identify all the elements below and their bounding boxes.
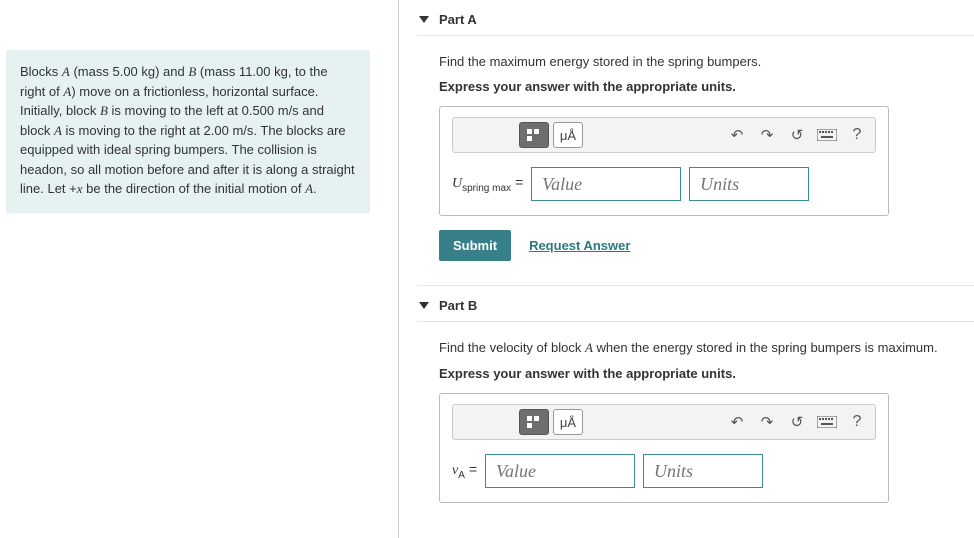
help-icon[interactable]: ? — [845, 123, 869, 147]
part-b-variable-label: vA = — [452, 461, 477, 481]
part-b-instruction: Express your answer with the appropriate… — [439, 366, 974, 381]
part-b-answer-box: μÅ ↶ ↷ ↺ ? vA = — [439, 393, 889, 503]
part-b-units-input[interactable] — [643, 454, 763, 488]
redo-icon[interactable]: ↷ — [755, 123, 779, 147]
part-a-answer-box: μÅ ↶ ↷ ↺ ? Uspring max = — [439, 106, 889, 216]
units-format-button[interactable]: μÅ — [553, 122, 583, 148]
part-a-value-input[interactable] — [531, 167, 681, 201]
part-a-submit-button[interactable]: Submit — [439, 230, 511, 261]
template-icon[interactable] — [519, 122, 549, 148]
collapse-icon — [419, 16, 429, 23]
part-a-header[interactable]: Part A — [417, 4, 974, 36]
part-b-title: Part B — [439, 298, 477, 313]
part-a-toolbar: μÅ ↶ ↷ ↺ ? — [452, 117, 876, 153]
redo-icon[interactable]: ↷ — [755, 410, 779, 434]
part-a-instruction: Express your answer with the appropriate… — [439, 79, 974, 94]
part-b-value-input[interactable] — [485, 454, 635, 488]
part-a-prompt: Find the maximum energy stored in the sp… — [439, 54, 974, 69]
units-format-button[interactable]: μÅ — [553, 409, 583, 435]
part-a-title: Part A — [439, 12, 477, 27]
undo-icon[interactable]: ↶ — [725, 123, 749, 147]
collapse-icon — [419, 302, 429, 309]
part-b-prompt: Find the velocity of block A when the en… — [439, 340, 974, 356]
template-icon[interactable] — [519, 409, 549, 435]
reset-icon[interactable]: ↺ — [785, 410, 809, 434]
vertical-divider — [398, 0, 399, 538]
undo-icon[interactable]: ↶ — [725, 410, 749, 434]
keyboard-icon[interactable] — [815, 410, 839, 434]
part-a-request-answer-link[interactable]: Request Answer — [529, 238, 630, 253]
keyboard-icon[interactable] — [815, 123, 839, 147]
reset-icon[interactable]: ↺ — [785, 123, 809, 147]
part-a-units-input[interactable] — [689, 167, 809, 201]
part-a-variable-label: Uspring max = — [452, 174, 523, 194]
problem-statement: Blocks A (mass 5.00 kg) and B (mass 11.0… — [6, 50, 370, 213]
part-b-header[interactable]: Part B — [417, 290, 974, 322]
help-icon[interactable]: ? — [845, 410, 869, 434]
part-b-toolbar: μÅ ↶ ↷ ↺ ? — [452, 404, 876, 440]
